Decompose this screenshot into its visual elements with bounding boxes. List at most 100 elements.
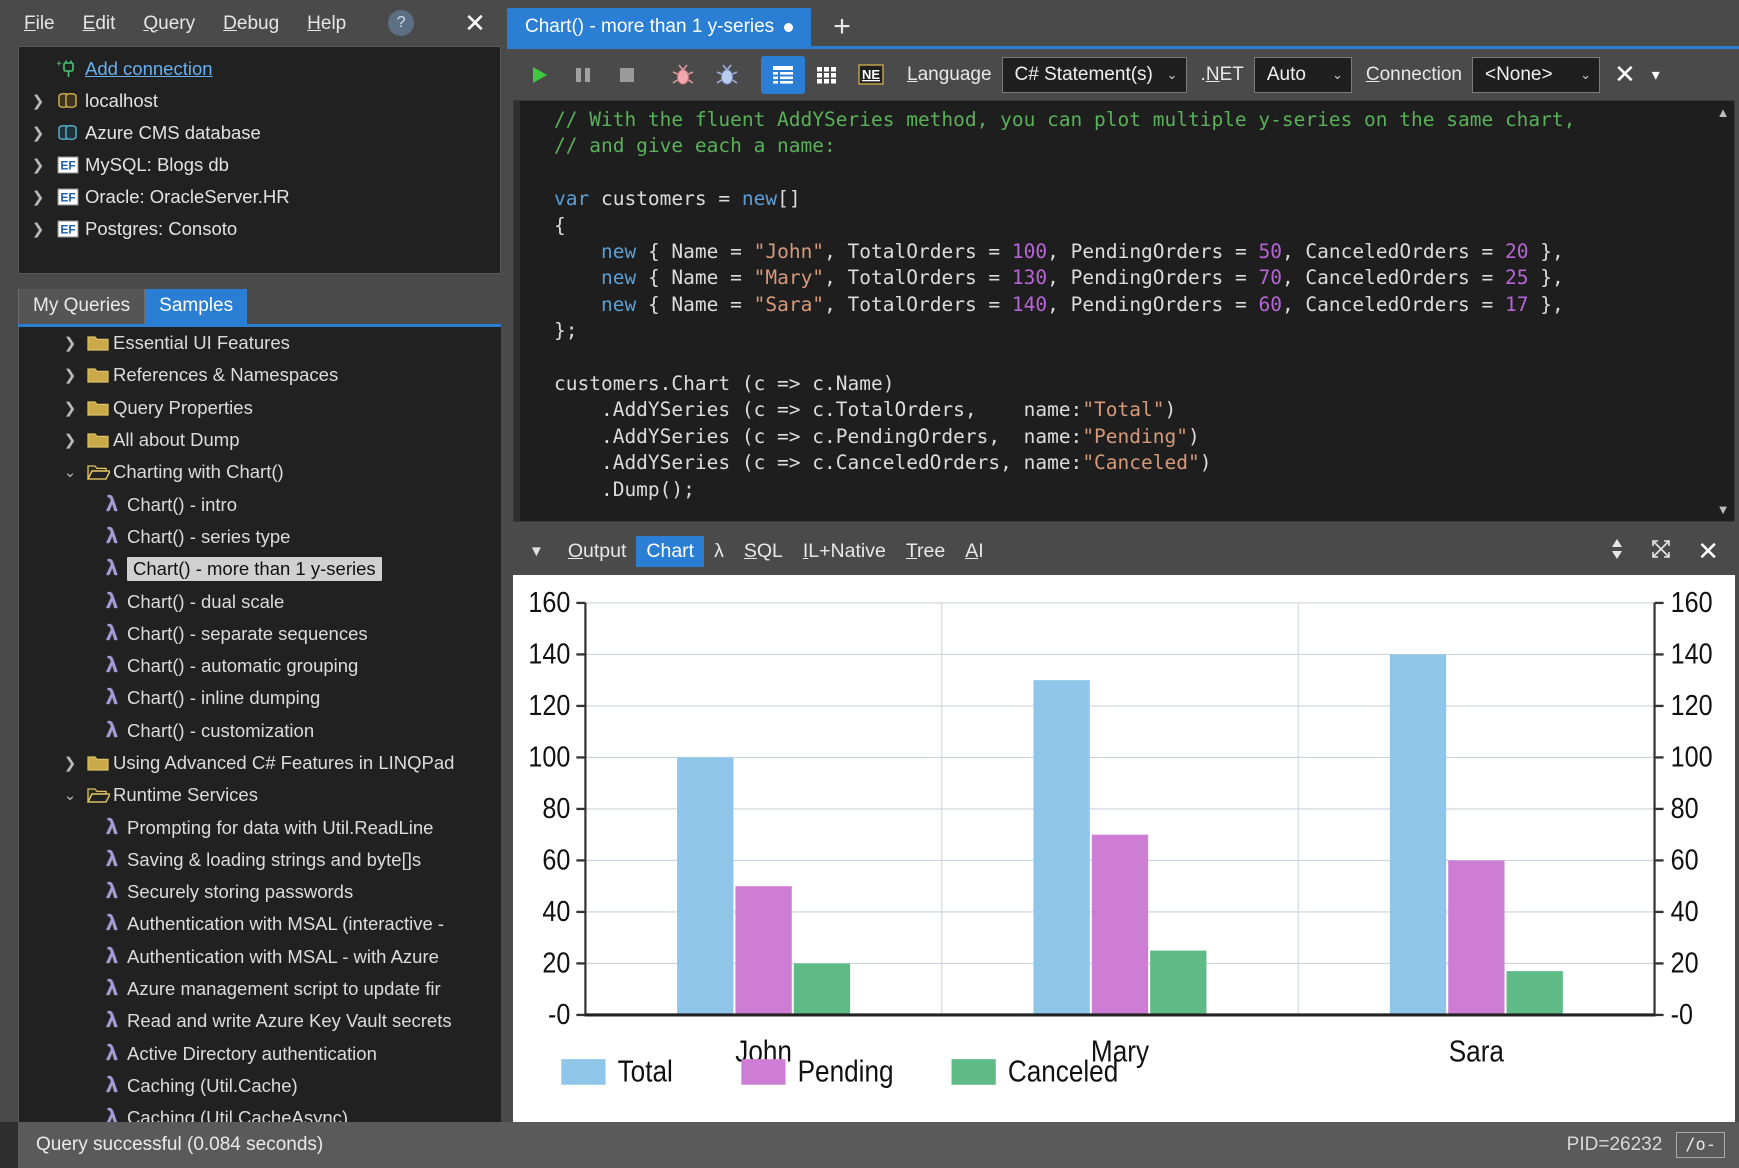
chevron-right-icon[interactable]: ❯ (57, 334, 83, 352)
chevron-right-icon[interactable]: ❯ (25, 220, 51, 238)
query-tab-active[interactable]: Chart() - more than 1 y-series (507, 8, 811, 46)
tab-samples[interactable]: Samples (144, 289, 247, 324)
language-select[interactable]: C# Statement(s) ⌄ (1002, 57, 1187, 93)
chevron-right-icon[interactable]: ❯ (25, 188, 51, 206)
connection-localhost[interactable]: ❯ localhost (19, 85, 500, 117)
tree-query-item[interactable]: λCaching (Util.CacheAsync) (19, 1102, 501, 1122)
lambda-query-icon: λ (97, 912, 127, 936)
tree-query-item[interactable]: λAzure management script to update fir (19, 973, 501, 1005)
tree-query-item[interactable]: λRead and write Azure Key Vault secrets (19, 1005, 501, 1037)
expand-icon[interactable] (1649, 537, 1673, 566)
tab-tree[interactable]: Tree (896, 536, 955, 567)
close-results-icon[interactable]: ✕ (1697, 536, 1719, 567)
tab-sql[interactable]: SQL (734, 536, 793, 567)
grid-view-icon[interactable] (805, 56, 849, 94)
tree-query-item[interactable]: λActive Directory authentication (19, 1038, 501, 1070)
chevron-right-icon[interactable]: ❯ (25, 92, 51, 110)
tree-query-item[interactable]: λSaving & loading strings and byte[]s (19, 844, 501, 876)
tab-my-queries[interactable]: My Queries (18, 289, 144, 324)
tree-query-item[interactable]: λChart() - dual scale (19, 585, 501, 617)
updown-arrows-icon[interactable] (1609, 536, 1625, 567)
chevron-right-icon[interactable]: ❯ (25, 156, 51, 174)
menu-edit[interactable]: Edit (83, 14, 116, 33)
tree-query-item[interactable]: λChart() - more than 1 y-series (19, 553, 501, 585)
connection-mysql-blogs[interactable]: ❯ EF MySQL: Blogs db (19, 149, 500, 181)
add-connection-link[interactable]: Add connection (85, 58, 213, 80)
connection-select[interactable]: <None> ⌄ (1472, 57, 1600, 93)
chevron-right-icon[interactable]: ❯ (25, 124, 51, 142)
tree-query-item[interactable]: λAuthentication with MSAL (interactive - (19, 908, 501, 940)
chevron-right-icon[interactable]: ❯ (57, 431, 83, 449)
tree-folder[interactable]: ⌄Runtime Services (19, 779, 501, 811)
tab-lambda[interactable]: λ (704, 536, 734, 567)
net-select[interactable]: Auto ⌄ (1254, 57, 1352, 93)
collapse-results-icon[interactable]: ▼ (521, 543, 558, 560)
stop-button[interactable] (605, 55, 649, 95)
menu-help[interactable]: Help (307, 14, 346, 33)
tree-item-label: Essential UI Features (113, 332, 290, 354)
tree-query-item[interactable]: λPrompting for data with Util.ReadLine (19, 811, 501, 843)
tree-folder[interactable]: ❯Query Properties (19, 392, 501, 424)
net-icon[interactable]: NE (849, 55, 893, 95)
chevron-right-icon[interactable]: ❯ (57, 366, 83, 384)
tree-query-item[interactable]: λChart() - inline dumping (19, 682, 501, 714)
chevron-down-icon[interactable]: ⌄ (57, 463, 83, 481)
tree-folder[interactable]: ❯All about Dump (19, 424, 501, 456)
code-text[interactable]: // With the fluent AddYSeries method, yo… (554, 101, 1712, 521)
tab-ai[interactable]: AI (955, 536, 993, 567)
y-tick-label-right: -0 (1671, 997, 1693, 1030)
tab-chart[interactable]: Chart (636, 536, 704, 567)
chevron-right-icon[interactable]: ❯ (57, 754, 83, 772)
bug-blue-icon[interactable] (705, 55, 749, 95)
tree-folder[interactable]: ⌄Charting with Chart() (19, 456, 501, 488)
tree-folder[interactable]: ❯References & Namespaces (19, 359, 501, 391)
tree-query-item[interactable]: λChart() - customization (19, 715, 501, 747)
new-query-tab-button[interactable]: + (811, 12, 873, 46)
run-button[interactable] (517, 55, 561, 95)
status-badge[interactable]: /o- (1676, 1132, 1725, 1158)
add-connection-row[interactable]: + Add connection (19, 53, 500, 85)
connection-postgres-consoto[interactable]: ❯ EF Postgres: Consoto (19, 213, 500, 245)
menu-file[interactable]: File (24, 14, 55, 33)
connection-azure-cms[interactable]: ❯ Azure CMS database (19, 117, 500, 149)
tree-folder[interactable]: ❯ Essential UI Features (19, 327, 501, 359)
code-line: // and give each a name: (554, 133, 1712, 159)
code-line: new { Name = "Mary", TotalOrders = 130, … (554, 265, 1712, 291)
tab-output[interactable]: Output (558, 536, 637, 567)
chevron-down-icon[interactable]: ▾ (1652, 65, 1660, 85)
scroll-down-icon[interactable]: ▼ (1717, 502, 1730, 517)
bar-canceled-john (794, 963, 850, 1014)
tree-query-item[interactable]: λAuthentication with MSAL - with Azure (19, 941, 501, 973)
ef-icon: EF (51, 155, 85, 175)
title-row: File Edit Query Debug Help ? ✕ Chart() -… (0, 0, 1739, 46)
list-view-icon[interactable] (761, 56, 805, 94)
code-editor[interactable]: // With the fluent AddYSeries method, yo… (513, 100, 1735, 522)
tree-query-item[interactable]: λChart() - separate sequences (19, 618, 501, 650)
tree-query-item[interactable]: λChart() - series type (19, 521, 501, 553)
connection-oracle-hr[interactable]: ❯ EF Oracle: OracleServer.HR (19, 181, 500, 213)
connections-tree[interactable]: + Add connection ❯ (18, 46, 501, 274)
chevron-down-icon[interactable]: ⌄ (57, 786, 83, 804)
chevron-right-icon[interactable]: ❯ (57, 399, 83, 417)
tree-folder[interactable]: ❯Using Advanced C# Features in LINQPad (19, 747, 501, 779)
folder-closed-icon (83, 333, 113, 353)
bar-pending-john (735, 886, 791, 1015)
code-line: .Dump(); (554, 477, 1712, 503)
y-tick-label-right: 60 (1671, 843, 1699, 876)
tree-query-item[interactable]: λCaching (Util.Cache) (19, 1070, 501, 1102)
tree-query-item[interactable]: λChart() - automatic grouping (19, 650, 501, 682)
tree-query-item[interactable]: λChart() - intro (19, 488, 501, 520)
tree-query-item[interactable]: λSecurely storing passwords (19, 876, 501, 908)
bug-red-icon[interactable] (661, 55, 705, 95)
left-panel: + Add connection ❯ (0, 46, 507, 1122)
samples-tree[interactable]: ❯ Essential UI Features ❯References & Name… (18, 327, 501, 1122)
menu-query[interactable]: Query (143, 14, 195, 33)
close-connection-icon[interactable]: ✕ (1614, 59, 1636, 90)
menu-debug[interactable]: Debug (223, 14, 279, 33)
editor-scrollbar[interactable]: ▲ ▼ (1712, 101, 1734, 521)
pause-button[interactable] (561, 55, 605, 95)
tab-il-native[interactable]: IL+Native (793, 536, 896, 567)
close-icon[interactable]: ✕ (461, 8, 489, 39)
scroll-up-icon[interactable]: ▲ (1717, 105, 1730, 120)
help-icon[interactable]: ? (388, 10, 414, 36)
